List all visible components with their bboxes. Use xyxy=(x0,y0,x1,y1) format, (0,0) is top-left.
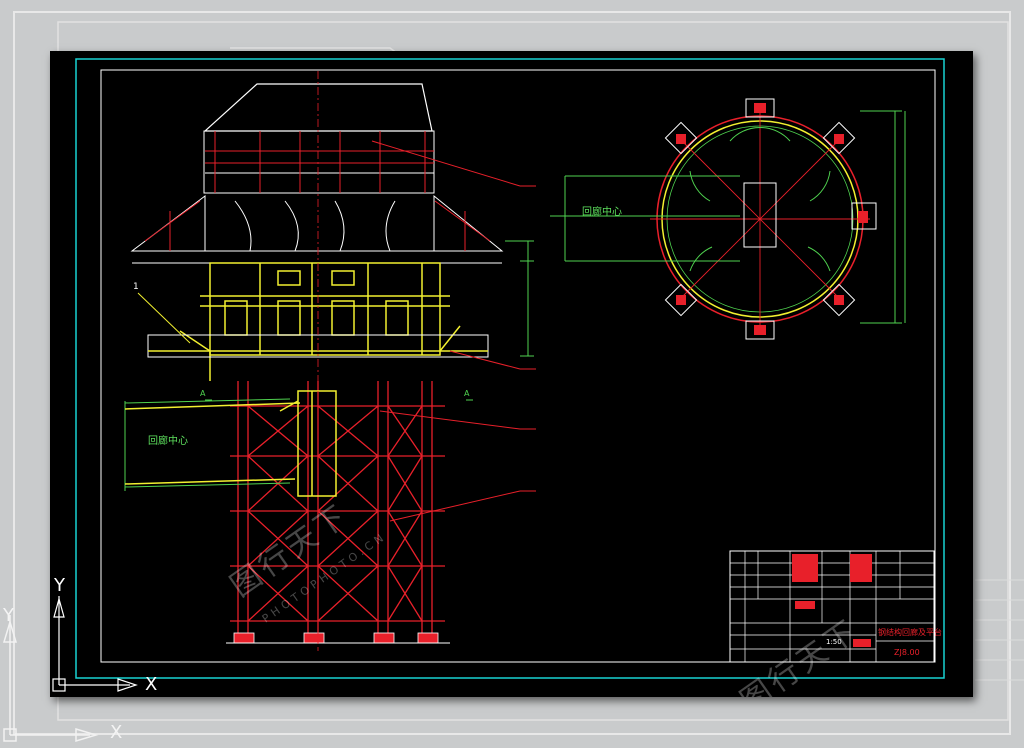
corridor-center-label-right: 回廊中心 xyxy=(582,207,622,218)
leader-number-label: 1 xyxy=(133,282,139,292)
roof-outline xyxy=(203,83,433,132)
title-block-scale: 1:50 xyxy=(826,638,842,646)
drawing-viewport[interactable]: 回廊中心 回廊中心 1 A A Y X 钢结构回廊及平台 ZJ8.00 1:50… xyxy=(50,51,973,697)
background-ucs-x-label: X xyxy=(110,722,123,743)
ucs-x-label: X xyxy=(145,674,158,695)
plan-view xyxy=(550,98,906,340)
section-marker-a-right: A xyxy=(464,389,470,398)
tower-truss xyxy=(230,381,445,641)
section-marker-a-left: A xyxy=(200,389,206,398)
corridor-center-label-left: 回廊中心 xyxy=(148,436,188,447)
platform-frame xyxy=(179,262,461,381)
title-block-drawing-number: ZJ8.00 xyxy=(894,648,920,657)
title-block-drawing-name: 钢结构回廊及平台 xyxy=(878,628,942,637)
background-ucs-y-label: Y xyxy=(3,605,14,626)
cad-drawing xyxy=(52,58,945,692)
outer-border xyxy=(75,58,945,679)
ucs-icon xyxy=(52,596,138,692)
ucs-y-label: Y xyxy=(54,575,65,596)
elevation-view xyxy=(124,71,536,651)
